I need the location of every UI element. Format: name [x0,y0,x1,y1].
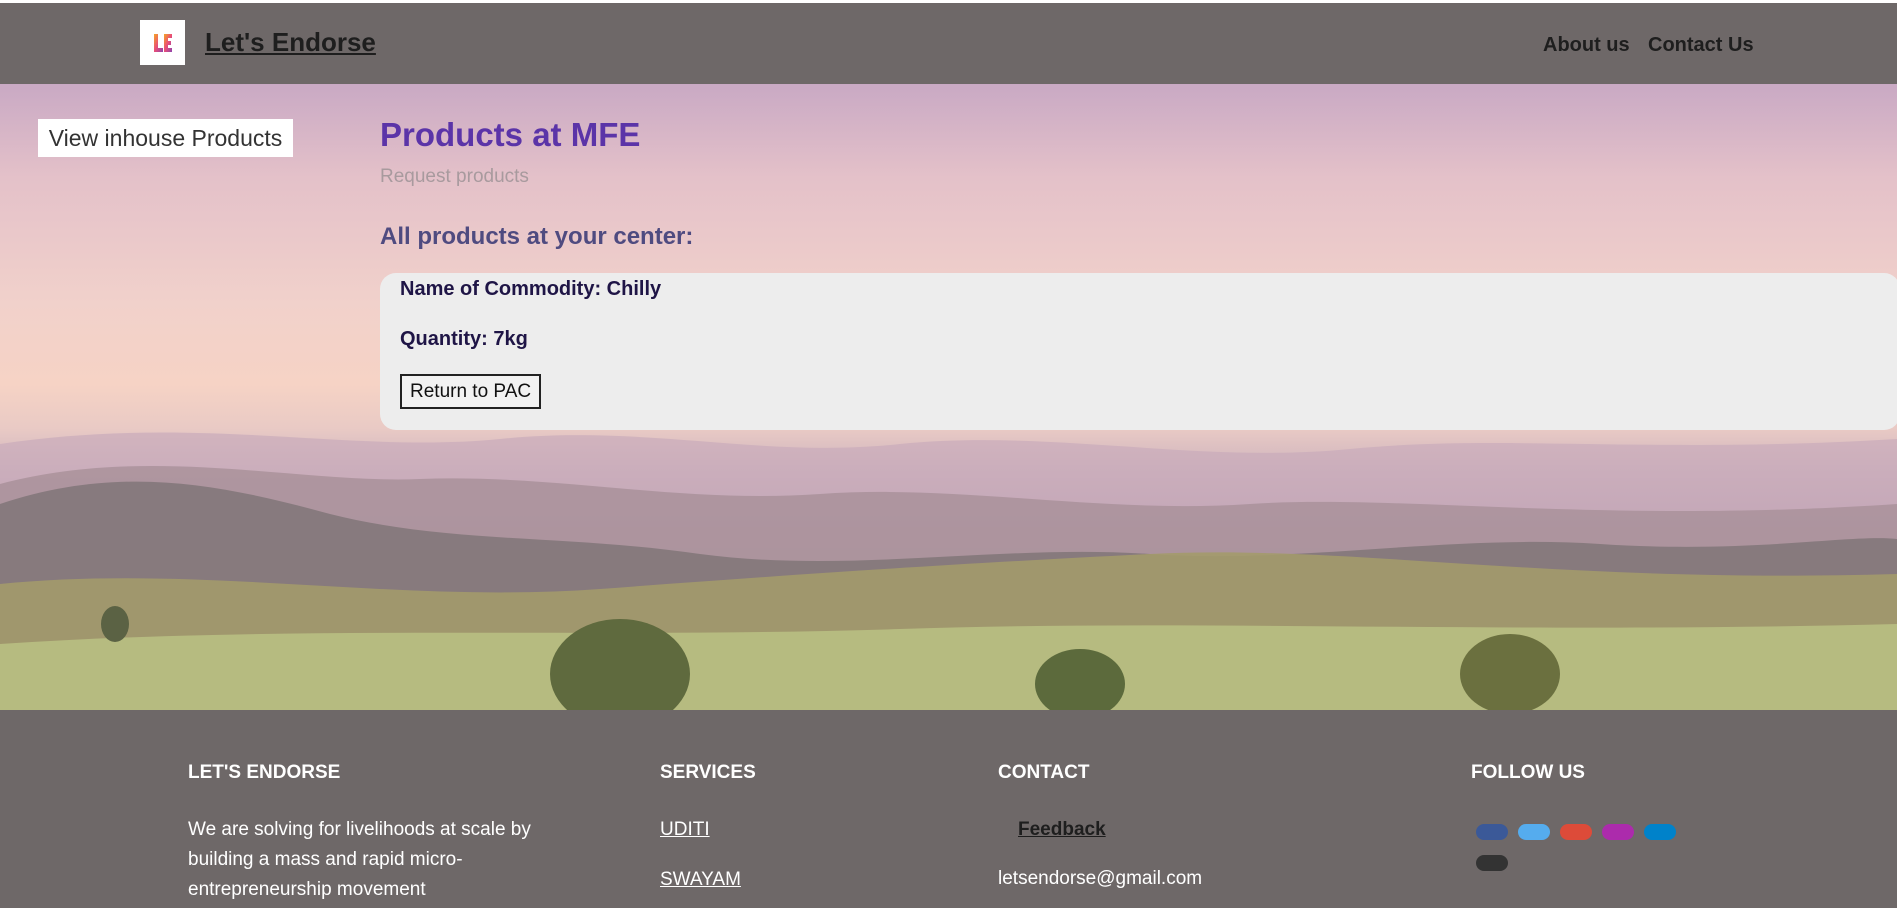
github-icon[interactable] [1476,855,1508,871]
logo[interactable] [140,20,185,65]
instagram-icon[interactable] [1602,824,1634,840]
section-title: All products at your center: [380,223,694,250]
return-to-pac-button[interactable]: Return to PAC [400,374,542,409]
footer-about-heading: LET'S ENDORSE [188,762,341,783]
view-inhouse-products-button[interactable]: View inhouse Products [38,119,293,157]
footer-about-text-3: entrepreneurship movement [188,879,426,900]
twitter-icon[interactable] [1518,824,1550,840]
feedback-link[interactable]: Feedback [1018,819,1106,841]
nav-about-us[interactable]: About us [1543,34,1630,57]
logo-icon [153,33,172,52]
contact-email: letsendorse@gmail.com [998,868,1203,889]
page-title: Products at MFE [380,116,641,153]
footer-link-uditi[interactable]: UDITI [660,819,710,841]
product-card: Name of Commodity: Chilly Quantity: 7kg … [380,273,1897,430]
footer-about-text-1: We are solving for livelihoods at scale … [188,819,531,840]
footer-link-swayam[interactable]: SWAYAM [660,869,741,891]
nav-contact-us[interactable]: Contact Us [1648,34,1754,57]
footer-follow-heading: FOLLOW US [1471,762,1585,783]
site-header: Let's Endorse About us Contact Us [0,3,1897,84]
footer-contact-heading: CONTACT [998,762,1090,783]
commodity-name: Name of Commodity: Chilly [400,278,662,300]
linkedin-icon[interactable] [1644,824,1676,840]
facebook-icon[interactable] [1476,824,1508,840]
brand-link[interactable]: Let's Endorse [205,27,376,58]
footer-services-heading: SERVICES [660,762,756,783]
request-products-link[interactable]: Request products [380,166,529,188]
google-icon[interactable] [1560,824,1592,840]
commodity-quantity: Quantity: 7kg [400,328,528,350]
site-footer: LET'S ENDORSE We are solving for livelih… [0,710,1897,908]
footer-about-text-2: building a mass and rapid micro- [188,849,463,870]
